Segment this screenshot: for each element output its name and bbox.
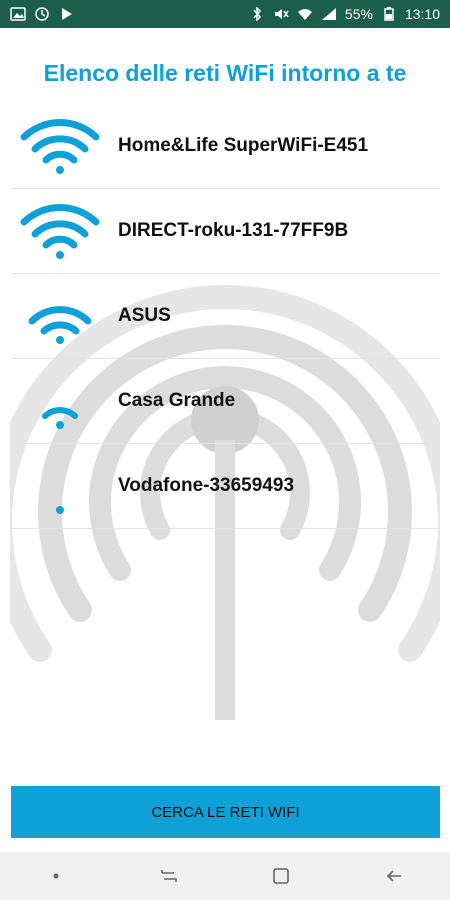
network-row[interactable]: Vodafone-33659493 xyxy=(12,444,440,529)
wifi-icon xyxy=(297,7,313,21)
gallery-icon xyxy=(10,7,26,21)
signal-icon xyxy=(321,7,337,21)
wifi-signal-4-icon xyxy=(12,111,108,181)
wifi-signal-2-icon xyxy=(12,366,108,436)
status-bar: 55% 13:10 xyxy=(0,0,450,28)
network-name: Home&Life SuperWiFi-E451 xyxy=(118,135,369,156)
wifi-signal-1-icon xyxy=(12,451,108,521)
network-name: Vodafone-33659493 xyxy=(118,475,295,496)
network-row[interactable]: Casa Grande xyxy=(12,359,440,444)
clock-badge-icon xyxy=(34,7,50,21)
dot-icon[interactable] xyxy=(36,856,76,896)
battery-percent: 55% xyxy=(344,6,373,22)
network-row[interactable]: ASUS xyxy=(12,274,440,359)
status-left xyxy=(10,7,74,21)
wifi-signal-3-icon xyxy=(12,281,108,351)
page-title: Elenco delle reti WiFi intorno a te xyxy=(43,60,407,86)
network-name: DIRECT-roku-131-77FF9B xyxy=(118,220,349,241)
navigation-bar xyxy=(0,852,450,900)
play-icon xyxy=(58,7,74,21)
search-wifi-button[interactable]: CERCA LE RETI WIFI xyxy=(11,786,440,838)
clock: 13:10 xyxy=(404,6,440,22)
home-icon[interactable] xyxy=(261,856,301,896)
wifi-signal-4-icon xyxy=(12,196,108,266)
status-right: 55% 13:10 xyxy=(249,6,440,22)
mute-icon xyxy=(273,7,289,21)
recent-apps-icon[interactable] xyxy=(149,856,189,896)
network-row[interactable]: Home&Life SuperWiFi-E451 xyxy=(12,104,440,189)
bluetooth-icon xyxy=(249,7,265,21)
battery-icon xyxy=(381,7,397,21)
back-icon[interactable] xyxy=(374,856,414,896)
network-name: Casa Grande xyxy=(118,390,236,411)
network-list: Home&Life SuperWiFi-E451 DIRECT-roku-131… xyxy=(12,104,440,529)
network-name: ASUS xyxy=(118,305,171,326)
network-row[interactable]: DIRECT-roku-131-77FF9B xyxy=(12,189,440,274)
